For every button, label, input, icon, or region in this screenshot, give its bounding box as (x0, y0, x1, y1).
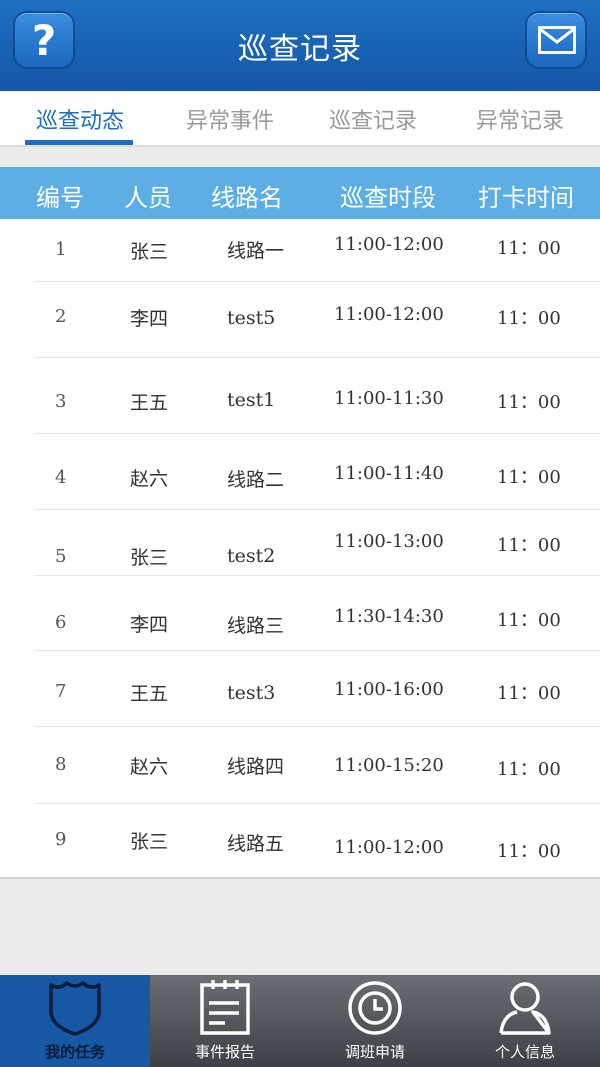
nav-personal-info[interactable]: 个人信息 (450, 975, 600, 1067)
cell-period: 11:00-12:00 (334, 234, 444, 255)
cell-no: 7 (55, 681, 67, 702)
cell-period: 11:00-15:20 (334, 755, 444, 776)
tab-patrol-dynamics[interactable]: 巡查动态 (20, 103, 140, 135)
column-header-clock: 打卡时间 (478, 184, 574, 212)
nav-label: 个人信息 (494, 1043, 555, 1061)
cell-period: 11:00-11:30 (334, 388, 444, 409)
active-tab-indicator (25, 140, 133, 145)
cell-clock: 11：00 (497, 467, 561, 488)
bottom-nav: 我的任务 事件报告 调班申请 个人信息 (0, 975, 600, 1067)
table-row[interactable]: 7 王五 test3 11:00-16:00 11：00 (0, 651, 600, 727)
tab-bar: 巡查动态 异常事件 巡查记录 异常记录 (0, 91, 600, 147)
tab-abnormal-events[interactable]: 异常事件 (170, 103, 290, 135)
nav-my-tasks[interactable]: 我的任务 (0, 975, 150, 1067)
document-icon (200, 980, 250, 1035)
cell-clock: 11：00 (497, 535, 561, 556)
cell-no: 6 (55, 612, 67, 633)
cell-period: 11:00-13:00 (334, 531, 444, 552)
cell-route: 线路四 (227, 756, 285, 778)
cell-route: 线路五 (227, 833, 285, 855)
cell-no: 3 (55, 391, 67, 412)
table-row[interactable]: 5 张三 test2 11:00-13:00 11：00 (0, 510, 600, 576)
cell-route: 线路二 (227, 469, 285, 491)
tab-patrol-records[interactable]: 巡查记录 (313, 103, 433, 135)
column-header-route: 线路名 (211, 184, 283, 212)
cell-person: 张三 (130, 547, 169, 569)
cell-person: 张三 (130, 831, 169, 853)
column-header-no: 编号 (36, 184, 84, 212)
table-row[interactable]: 3 王五 test1 11:00-11:30 11：00 (0, 358, 600, 434)
cell-person: 王五 (130, 392, 169, 414)
table-row[interactable]: 4 赵六 线路二 11:00-11:40 11：00 (0, 434, 600, 510)
table-row[interactable]: 8 赵六 线路四 11:00-15:20 11：00 (0, 727, 600, 804)
cell-person: 赵六 (130, 756, 169, 778)
table-row[interactable]: 2 李四 test5 11:00-12:00 11：00 (0, 282, 600, 358)
cell-clock: 11：00 (497, 841, 561, 862)
cell-period: 11:00-11:40 (334, 463, 444, 484)
column-header-period: 巡查时段 (340, 184, 436, 212)
cell-period: 11:00-16:00 (334, 679, 444, 700)
cell-no: 5 (55, 546, 67, 567)
cell-period: 11:00-12:00 (334, 304, 444, 325)
nav-shift-request[interactable]: 调班申请 (300, 975, 450, 1067)
cell-route: 线路三 (227, 615, 285, 637)
cell-person: 李四 (130, 308, 169, 330)
nav-label: 我的任务 (44, 1043, 105, 1061)
records-table: 1 张三 线路一 11:00-12:00 11：00 2 李四 test5 11… (0, 219, 600, 879)
nav-label: 调班申请 (344, 1043, 405, 1061)
cell-person: 王五 (130, 683, 169, 705)
app-header: ? 巡查记录 (0, 0, 600, 91)
cell-period: 11:30-14:30 (334, 606, 444, 627)
cell-no: 2 (55, 306, 67, 327)
cell-clock: 11：00 (497, 308, 561, 329)
cell-person: 李四 (130, 614, 169, 636)
column-header-person: 人员 (124, 184, 172, 212)
cell-clock: 11：00 (497, 610, 561, 631)
cell-period: 11:00-12:00 (334, 837, 444, 858)
cell-clock: 11：00 (497, 683, 561, 704)
cell-route: test1 (227, 389, 276, 411)
cell-no: 9 (55, 829, 67, 850)
cell-no: 4 (55, 467, 67, 488)
cell-route: test3 (227, 682, 276, 704)
table-row[interactable]: 1 张三 线路一 11:00-12:00 11：00 (0, 219, 600, 282)
tab-abnormal-records[interactable]: 异常记录 (460, 103, 580, 135)
cell-route: test5 (227, 307, 276, 329)
page-title: 巡查记录 (238, 32, 362, 67)
clock-icon (348, 981, 402, 1035)
nav-event-report[interactable]: 事件报告 (150, 975, 300, 1067)
cell-route: test2 (227, 545, 276, 567)
mail-button[interactable] (525, 11, 587, 69)
cell-no: 1 (55, 239, 67, 260)
table-header: 编号 人员 线路名 巡查时段 打卡时间 (0, 167, 600, 219)
table-row[interactable]: 6 李四 线路三 11:30-14:30 11：00 (0, 576, 600, 651)
person-icon (499, 982, 551, 1035)
cell-person: 张三 (130, 241, 169, 263)
nav-label: 事件报告 (194, 1043, 255, 1061)
table-row[interactable]: 9 张三 线路五 11:00-12:00 11：00 (0, 804, 600, 877)
mail-icon (538, 26, 576, 54)
cell-route: 线路一 (227, 240, 285, 262)
cell-person: 赵六 (130, 468, 169, 490)
cell-clock: 11：00 (497, 759, 561, 780)
shield-icon (49, 981, 101, 1036)
cell-clock: 11：00 (497, 392, 561, 413)
cell-clock: 11：00 (497, 238, 561, 259)
cell-no: 8 (55, 754, 67, 775)
